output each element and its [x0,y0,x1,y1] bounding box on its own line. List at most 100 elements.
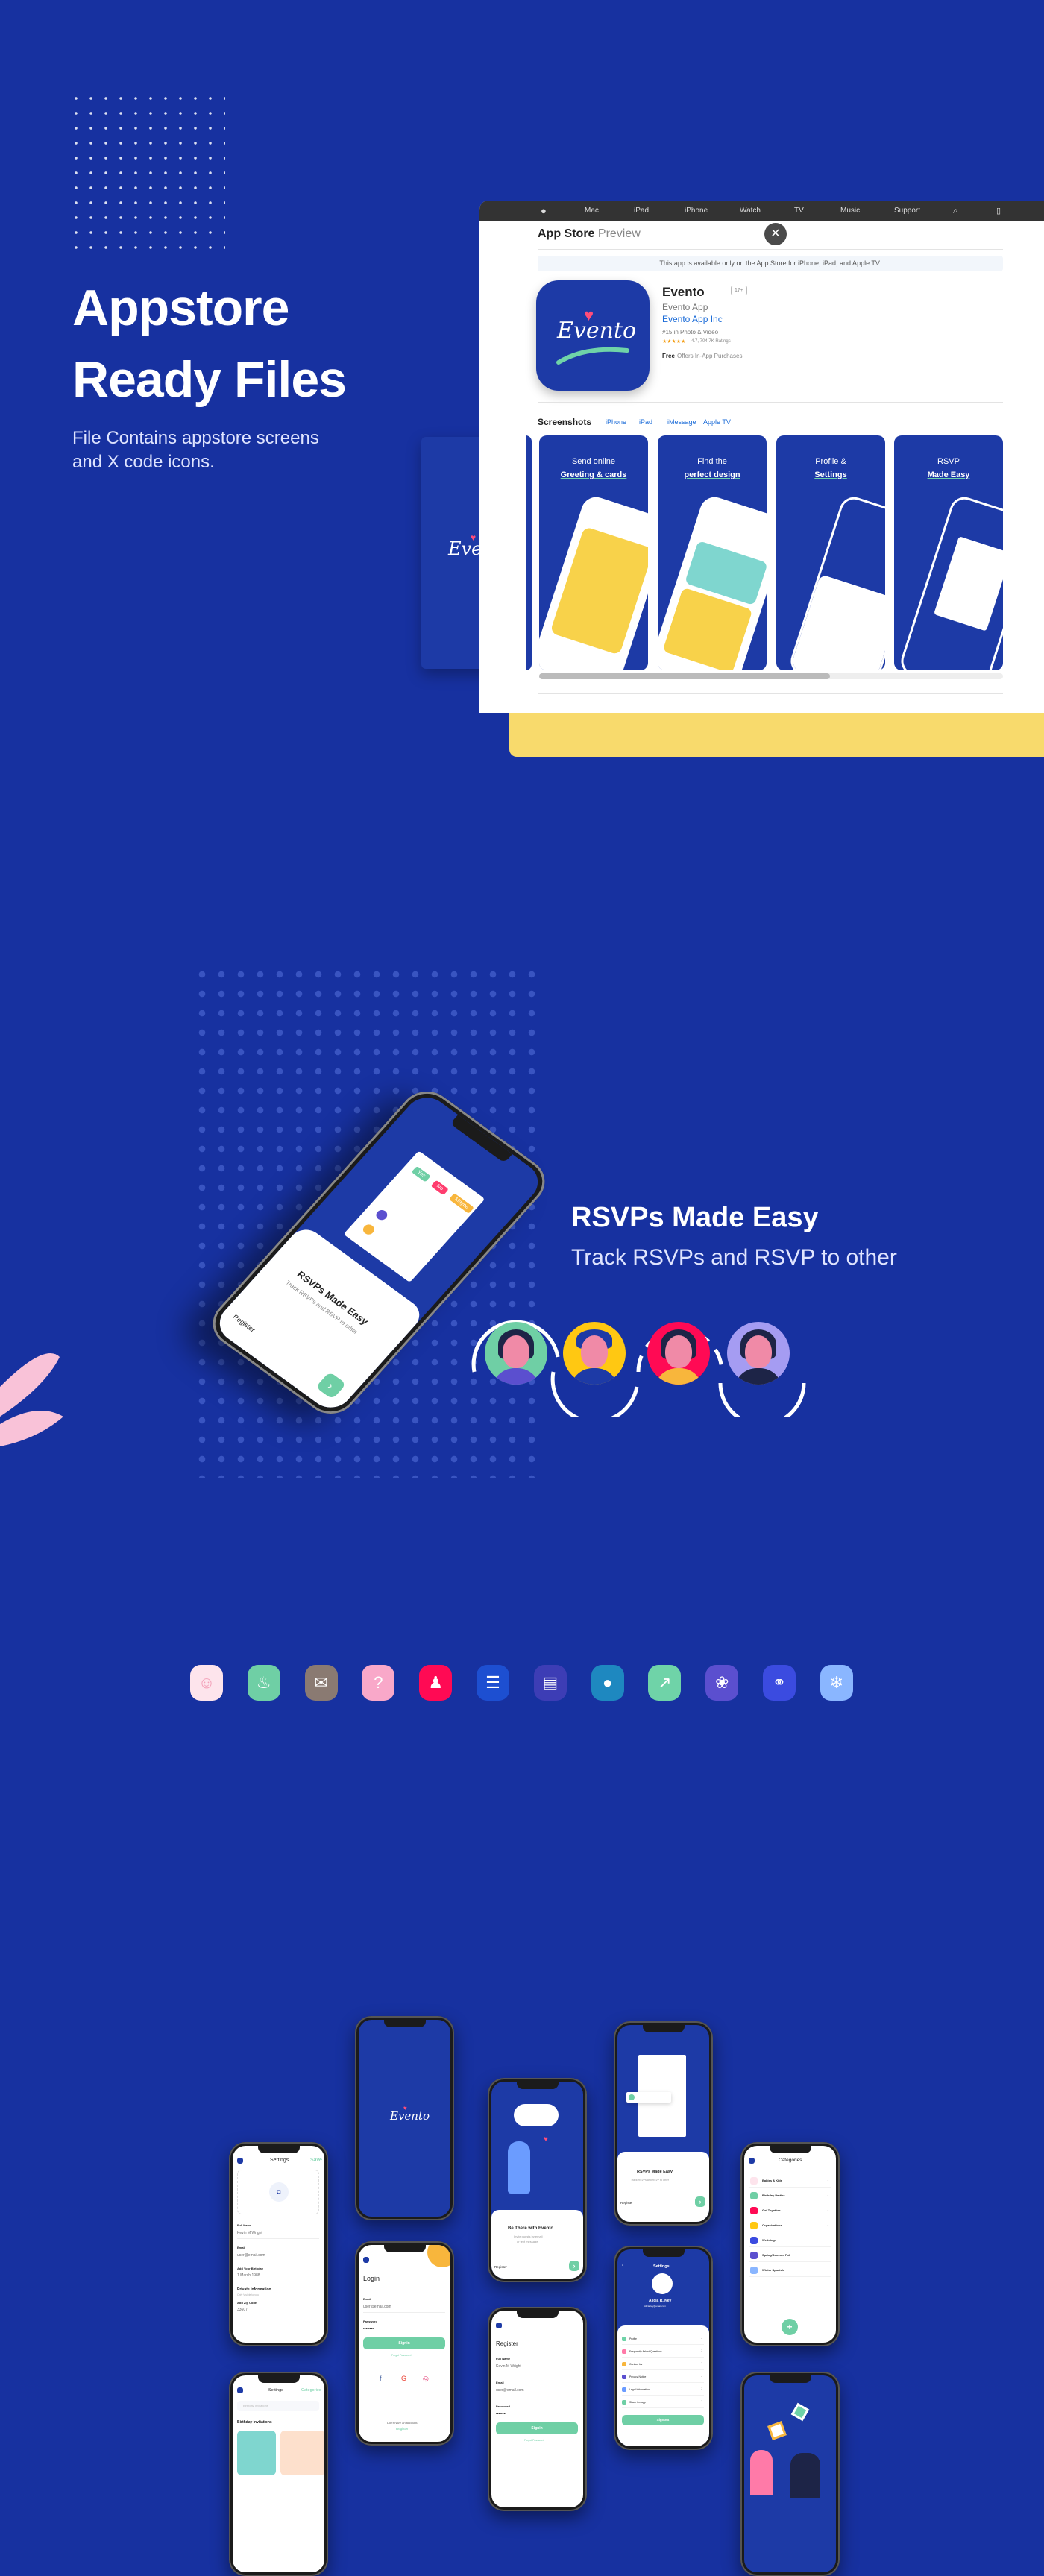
phone-settings-form: Settings Save ◘ Full Name Kevin M Wright… [229,2142,328,2346]
screenshots-scrollbar[interactable] [539,673,1003,679]
app-store-window: ● Mac iPad iPhone Watch TV Music Support… [479,201,1044,713]
nav-support[interactable]: Support [894,207,920,215]
next-button[interactable]: › [569,2261,579,2271]
category-item[interactable]: Organizations ⌄ [749,2220,831,2232]
category-item[interactable]: Birthday Parties ⌄ [749,2191,831,2202]
tab-imessage[interactable]: iMessage [667,418,696,426]
lotus-icon[interactable]: ❀ [705,1665,739,1701]
screenshot-partial [526,435,532,670]
back-button[interactable] [749,2158,755,2164]
register-link[interactable]: Register [231,1313,257,1333]
group-icon[interactable]: ♟ [419,1665,453,1701]
clipboard-icon[interactable]: ▤ [533,1665,567,1701]
settings-item[interactable]: Contact Us › [622,2360,704,2370]
register-link[interactable]: Register [620,2201,633,2205]
birthday-field[interactable]: 1 March 1988 [237,2273,260,2278]
email-field[interactable]: user@email.com [237,2253,265,2258]
birthday-cake-icon[interactable]: ♨ [247,1665,280,1701]
photo-upload[interactable]: ◘ [237,2170,319,2214]
add-button[interactable]: + [782,2319,798,2335]
phone-gallery: Settings Categories Birthday Invitations… [229,2372,328,2576]
rings-icon[interactable]: ⚭ [763,1665,796,1701]
instagram-icon[interactable]: ◎ [423,2375,429,2383]
nav-mac[interactable]: Mac [585,207,599,215]
google-icon[interactable]: G [401,2375,406,2382]
back-button[interactable] [237,2387,243,2393]
app-subtitle: Evento App [662,302,708,312]
nav-music[interactable]: Music [840,207,860,215]
close-button[interactable]: ✕ [764,223,787,245]
register-link[interactable]: Register [494,2265,507,2269]
invitation-card[interactable] [237,2431,276,2475]
next-button[interactable]: › [695,2196,705,2207]
back-button[interactable] [496,2323,502,2328]
tab-apple-tv[interactable]: Apple TV [703,418,731,426]
nav-ipad[interactable]: iPad [634,207,649,215]
tab-ipad[interactable]: iPad [639,418,652,426]
signin-button[interactable]: Signin [363,2337,445,2349]
tab-iphone[interactable]: iPhone [606,418,627,426]
settings-item[interactable]: Profile › [622,2334,704,2345]
email-field[interactable]: user@email.com [363,2305,392,2309]
category-item[interactable]: Weddings ⌄ [749,2235,831,2247]
password-field[interactable]: •••••••• [363,2327,374,2331]
category-item[interactable]: Winter Spanish ⌄ [749,2265,831,2277]
forgot-password-link[interactable]: Forgot Password [392,2354,411,2357]
rank-text: #15 in Photo & Video [662,329,719,336]
rsvp-card: Yes No Maybe [343,1150,485,1283]
share-icon[interactable]: ↗ [648,1665,682,1701]
camera-icon: ◘ [269,2182,289,2202]
divider [538,402,1003,403]
full-name-field[interactable]: Kevin M Wright [496,2364,521,2369]
save-button[interactable]: Save [310,2158,322,2163]
dot-grid-decoration [69,91,225,249]
categories-link[interactable]: Categories [301,2388,321,2393]
zip-field[interactable]: 33607 [237,2308,248,2312]
search-input[interactable]: Birthday Invitations [237,2401,319,2411]
category-icon [750,2222,758,2229]
facebook-icon[interactable]: f [380,2375,382,2382]
next-button[interactable]: › [315,1371,347,1400]
nav-tv[interactable]: TV [794,207,804,215]
envelope-icon[interactable]: ✉ [304,1665,338,1701]
register-link[interactable]: Register [396,2427,409,2431]
back-icon[interactable]: ‹ [622,2263,623,2268]
search-icon[interactable]: ⌕ [953,205,958,216]
email-field[interactable]: user@email.com [496,2388,524,2393]
screenshot-card[interactable]: RSVP Made Easy [894,435,1003,670]
screenshot-card[interactable]: Profile & Settings [776,435,885,670]
rsvp-subheading: Track RSVPs and RSVP to other [571,1245,897,1270]
chevron-right-icon: › [701,2361,702,2366]
baby-icon[interactable]: ☺ [190,1665,223,1701]
nav-iphone[interactable]: iPhone [685,207,708,215]
app-icon: Evento ♥ [536,280,650,391]
screenshot-card[interactable]: Find the perfect design [658,435,767,670]
settings-item[interactable]: Frequently Asked Questions › [622,2347,704,2358]
back-button[interactable] [237,2158,243,2164]
invitation-card[interactable] [280,2431,324,2475]
chevron-down-icon: ⌄ [826,2238,829,2241]
developer-link[interactable]: Evento App Inc [662,314,723,324]
signout-button[interactable]: Signout [622,2415,704,2425]
forgot-password-link[interactable]: Forgot Password [524,2439,544,2442]
evento-logo: Evento [390,2109,430,2123]
category-item[interactable]: Get Together ⌄ [749,2205,831,2217]
scroll-icon[interactable]: ☰ [477,1665,509,1701]
category-item[interactable]: Spring/Summer Fall ⌄ [749,2250,831,2262]
nav-watch[interactable]: Watch [740,207,761,215]
category-item[interactable]: Babies & Kids ⌄ [749,2176,831,2188]
screenshot-card[interactable]: Send online Greeting & cards [539,435,648,670]
back-button[interactable] [363,2257,369,2263]
person-icon[interactable]: ● [591,1665,624,1701]
settings-item[interactable]: Legal Information › [622,2385,704,2396]
settings-item[interactable]: Privacy Notice › [622,2372,704,2383]
settings-item[interactable]: Share the app › [622,2398,704,2408]
snowflake-icon[interactable]: ❄ [820,1665,853,1701]
bag-icon[interactable]: ▯ [996,206,1001,215]
chevron-down-icon: ⌄ [826,2193,829,2196]
full-name-field[interactable]: Kevin M Wright [237,2231,262,2235]
signin-button[interactable]: Signin [496,2422,578,2434]
question-icon[interactable]: ? [362,1665,395,1701]
apple-logo-icon[interactable]: ● [541,205,547,216]
password-field[interactable]: •••••••• [496,2412,506,2416]
